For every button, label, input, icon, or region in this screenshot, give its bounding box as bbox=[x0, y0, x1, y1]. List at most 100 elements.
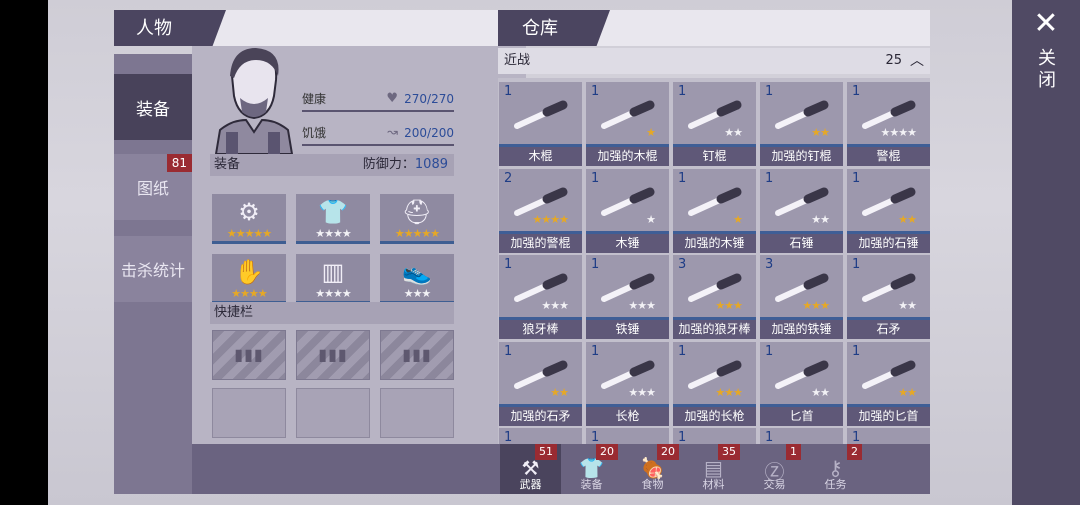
item-name: 加强的匕首 bbox=[847, 404, 930, 426]
reinforced-stick-icon bbox=[601, 100, 655, 129]
storage-item-grid[interactable]: 1 木棍 1 ★ 加强的木棍 1 ★★ 钉棍 1 ★★ 加强的钉棍 1 ★★★★ 警棍 2 ★★★★ 加强的警棍… bbox=[498, 78, 930, 444]
storage-item[interactable]: 1 ★★★ 长枪 bbox=[586, 342, 669, 426]
equipment-slot[interactable]: ⛑ ★★★★★ bbox=[380, 194, 454, 244]
storage-tab-count-badge: 2 bbox=[847, 444, 862, 460]
item-name: 加强的石矛 bbox=[499, 404, 582, 426]
chevron-up-icon[interactable]: ︿ bbox=[910, 48, 924, 74]
star-rating: ★ bbox=[733, 213, 743, 226]
item-name: 加强的铁锤 bbox=[760, 317, 843, 339]
item-quantity: 1 bbox=[504, 430, 513, 444]
storage-item[interactable]: 1 ★★ 钉棍 bbox=[673, 82, 756, 166]
storage-tab[interactable]: ⚒ 武器 51 bbox=[500, 444, 561, 494]
equipment-slot[interactable]: 👕 ★★★★ bbox=[296, 194, 370, 244]
quickbar-ammo-slot[interactable]: ▮▮▮ bbox=[212, 330, 286, 380]
storage-item[interactable]: 1 bbox=[847, 428, 930, 444]
character-main: 健康 ♥ 270/270 饥饿 ↝ 200/200 装备 防御力：1089 ⚙ ★… bbox=[192, 46, 526, 494]
equipment-slot[interactable]: ▥ ★★★★ bbox=[296, 254, 370, 304]
item-quantity: 1 bbox=[852, 344, 861, 359]
storage-item[interactable]: 1 ★★ 匕首 bbox=[760, 342, 843, 426]
defense-label: 防御力： bbox=[362, 157, 415, 172]
health-value: 270/270 bbox=[404, 92, 454, 106]
equipment-slot[interactable]: 👟 ★★★ bbox=[380, 254, 454, 304]
item-quantity: 1 bbox=[765, 171, 774, 186]
quickbar-empty-slot[interactable] bbox=[380, 388, 454, 438]
shoes-icon: 👟 bbox=[402, 258, 432, 286]
storage-tab-label: 装备 bbox=[580, 478, 603, 491]
storage-item[interactable]: 1 ★★ 石锤 bbox=[760, 169, 843, 253]
item-name: 加强的警棍 bbox=[499, 231, 582, 253]
item-name: 加强的钉棍 bbox=[760, 144, 843, 166]
star-rating: ★★★★ bbox=[880, 126, 917, 139]
storage-tab[interactable]: Ⓩ 交易 1 bbox=[744, 444, 805, 494]
side-tab-equipment[interactable]: 装备 bbox=[114, 74, 192, 140]
storage-item[interactable]: 1 ★★★ 狼牙棒 bbox=[499, 255, 582, 339]
storage-tab-count-badge: 51 bbox=[535, 444, 557, 460]
close-label[interactable]: 关闭 bbox=[1036, 48, 1058, 92]
item-quantity: 1 bbox=[591, 344, 600, 359]
wood-hammer-icon bbox=[601, 187, 655, 216]
storage-item[interactable]: 1 ★★★★ 警棍 bbox=[847, 82, 930, 166]
equipment-slot[interactable]: ⚙ ★★★★★ bbox=[212, 194, 286, 244]
star-rating: ★★★ bbox=[628, 386, 656, 399]
star-rating: ★★ bbox=[898, 386, 917, 399]
star-rating: ★★★ bbox=[802, 299, 830, 312]
storage-item[interactable]: 1 ★★ 加强的匕首 bbox=[847, 342, 930, 426]
nail-bat-icon bbox=[688, 100, 742, 129]
character-bottom-bar bbox=[192, 444, 526, 494]
storage-item[interactable]: 1 bbox=[499, 428, 582, 444]
character-panel: 人物 装备 图纸 81 击杀统计 健康 ♥ 270/270 饥饿 ↝ 200/2… bbox=[114, 10, 526, 494]
side-tab-label: 图纸 bbox=[136, 179, 169, 198]
close-sidebar[interactable]: ✕ 关闭 bbox=[1012, 0, 1080, 505]
category-count: 25 bbox=[885, 53, 902, 68]
storage-item[interactable]: 1 木棍 bbox=[499, 82, 582, 166]
equipment-slot[interactable]: ✋ ★★★★ bbox=[212, 254, 286, 304]
star-rating: ★★★ bbox=[541, 299, 569, 312]
storage-item[interactable]: 1 ★★★ 加强的长枪 bbox=[673, 342, 756, 426]
stone-spear-icon bbox=[862, 273, 916, 302]
item-quantity: 3 bbox=[765, 257, 774, 272]
hunger-label: 饥饿 bbox=[302, 126, 327, 140]
star-rating: ★★★★★ bbox=[226, 227, 272, 240]
storage-item[interactable]: 1 ★ 加强的木棍 bbox=[586, 82, 669, 166]
character-side-tabs: 装备 图纸 81 击杀统计 bbox=[114, 54, 192, 494]
storage-tab-count-badge: 20 bbox=[596, 444, 618, 460]
storage-item[interactable]: 1 ★ 加强的木锤 bbox=[673, 169, 756, 253]
item-name: 铁锤 bbox=[586, 317, 669, 339]
health-stat: 健康 ♥ 270/270 bbox=[302, 86, 454, 112]
storage-item[interactable]: 1 ★★ 加强的钉棍 bbox=[760, 82, 843, 166]
item-quantity: 1 bbox=[852, 257, 861, 272]
storage-item[interactable]: 1 ★★ 加强的石矛 bbox=[499, 342, 582, 426]
storage-item[interactable]: 1 ★★ 石矛 bbox=[847, 255, 930, 339]
quickbar-ammo-slot[interactable]: ▮▮▮ bbox=[380, 330, 454, 380]
close-icon[interactable]: ✕ bbox=[1012, 6, 1080, 41]
quickbar-ammo-slot[interactable]: ▮▮▮ bbox=[296, 330, 370, 380]
item-quantity: 1 bbox=[591, 430, 600, 444]
storage-tab[interactable]: ⚷ 任务 2 bbox=[805, 444, 866, 494]
category-bar[interactable]: 近战 25 ︿ bbox=[498, 48, 930, 74]
reinforced-stone-hammer-icon bbox=[862, 187, 916, 216]
star-rating: ★★★★★ bbox=[394, 227, 440, 240]
storage-item[interactable]: 1 bbox=[760, 428, 843, 444]
star-rating: ★★★★ bbox=[315, 227, 351, 240]
storage-tab[interactable]: 👕 装备 20 bbox=[561, 444, 622, 494]
storage-item[interactable]: 3 ★★★ 加强的狼牙棒 bbox=[673, 255, 756, 339]
side-tab-kill-stats[interactable]: 击杀统计 bbox=[114, 236, 192, 302]
storage-tab[interactable]: ▤ 材料 35 bbox=[683, 444, 744, 494]
item-quantity: 1 bbox=[591, 84, 600, 99]
storage-tab[interactable]: 🍖 食物 20 bbox=[622, 444, 683, 494]
storage-item[interactable]: 1 ★★ 加强的石锤 bbox=[847, 169, 930, 253]
side-tab-blueprints[interactable]: 图纸 81 bbox=[114, 154, 192, 220]
quickbar-empty-slot[interactable] bbox=[296, 388, 370, 438]
storage-item[interactable]: 3 ★★★ 加强的铁锤 bbox=[760, 255, 843, 339]
quickbar-empty-slot[interactable] bbox=[212, 388, 286, 438]
storage-item[interactable]: 1 bbox=[673, 428, 756, 444]
storage-item[interactable]: 1 bbox=[586, 428, 669, 444]
side-tab-label: 击杀统计 bbox=[120, 261, 185, 280]
game-screen: 人物 装备 图纸 81 击杀统计 健康 ♥ 270/270 饥饿 ↝ 200/2… bbox=[48, 0, 1080, 505]
storage-item[interactable]: 1 ★★★ 铁锤 bbox=[586, 255, 669, 339]
storage-item[interactable]: 2 ★★★★ 加强的警棍 bbox=[499, 169, 582, 253]
storage-tab-label: 食物 bbox=[641, 478, 664, 491]
equipment-section-bar: 装备 防御力：1089 bbox=[210, 154, 454, 176]
star-rating: ★★ bbox=[811, 126, 830, 139]
storage-item[interactable]: 1 ★ 木锤 bbox=[586, 169, 669, 253]
